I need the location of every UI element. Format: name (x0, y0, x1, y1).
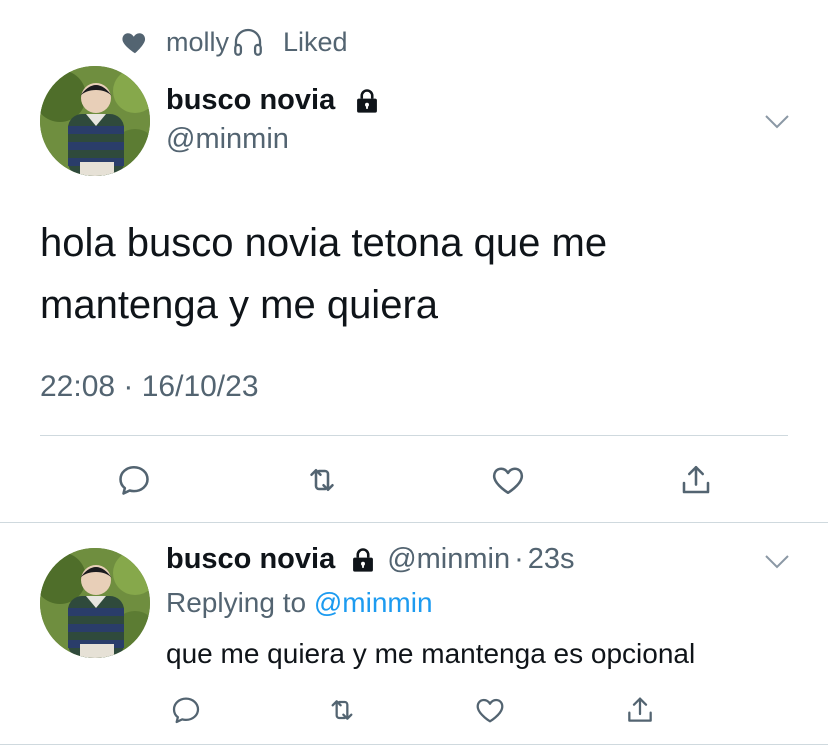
liked-by-name: molly (166, 26, 230, 57)
divider (0, 744, 828, 745)
heart-icon (122, 33, 146, 54)
reply-icon (172, 697, 200, 724)
liked-label: Liked (283, 26, 348, 57)
retweet-icon (331, 700, 353, 720)
reply-handle[interactable]: @minmin (387, 543, 510, 576)
reply-button[interactable] (166, 690, 206, 730)
tweet-text-line-2: mantenga y me quiera (40, 283, 439, 327)
divider (40, 435, 788, 436)
replying-prefix: Replying to (166, 587, 307, 618)
reply-text: que me quiera y me mantenga es opcional (166, 638, 696, 669)
reply-avatar[interactable] (40, 548, 150, 658)
tweet-text: hola busco novia tetona que me mantenga … (40, 212, 800, 336)
lock-icon (353, 547, 374, 572)
retweet-button[interactable] (322, 690, 362, 730)
replying-to: Replying to @minmin (166, 587, 433, 619)
replying-mention[interactable]: @minmin (314, 587, 433, 618)
display-name[interactable]: busco novia (166, 84, 381, 117)
reply-button[interactable] (114, 460, 154, 500)
social-context[interactable]: molly Liked (120, 24, 348, 60)
separator-dot: · (514, 543, 524, 575)
lock-icon (357, 88, 378, 113)
reply-display-name[interactable]: busco novia (166, 543, 335, 576)
like-icon (492, 467, 524, 495)
reply-icon (119, 465, 149, 495)
avatar[interactable] (40, 66, 150, 176)
share-icon (682, 465, 710, 494)
divider (0, 522, 828, 523)
like-button[interactable] (488, 460, 528, 500)
share-icon (628, 697, 652, 722)
chevron-down-icon[interactable] (764, 554, 790, 570)
reply-header: busco novia @minmin · 23s (166, 543, 575, 576)
retweet-icon (310, 468, 334, 492)
tweet-timestamp[interactable]: 22:08 · 16/10/23 (40, 370, 259, 404)
headphones-icon (234, 28, 262, 56)
avatar-image (40, 548, 150, 658)
avatar-image (40, 66, 150, 176)
reply-time[interactable]: 23s (528, 543, 575, 576)
share-button[interactable] (620, 690, 660, 730)
like-button[interactable] (470, 690, 510, 730)
retweet-button[interactable] (302, 460, 342, 500)
chevron-down-icon[interactable] (764, 114, 790, 130)
share-button[interactable] (676, 460, 716, 500)
like-icon (476, 698, 504, 723)
tweet-text-line-1: hola busco novia tetona que me (40, 221, 608, 265)
user-handle[interactable]: @minmin (166, 123, 289, 156)
